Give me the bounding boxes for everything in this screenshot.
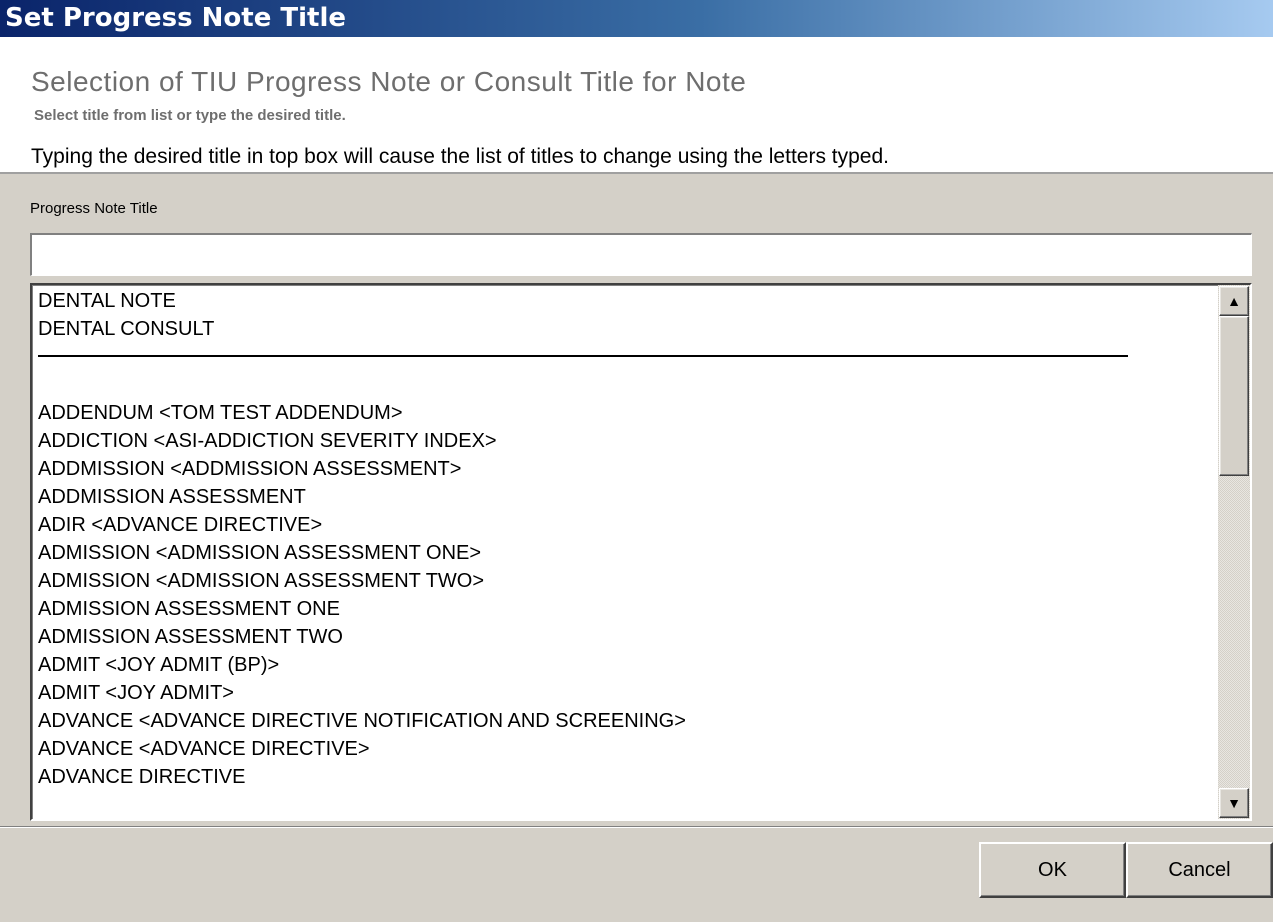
list-item[interactable]: ADDMISSION ASSESSMENT	[38, 483, 1218, 511]
list-item[interactable]: ADVANCE <ADVANCE DIRECTIVE NOTIFICATION …	[38, 707, 1218, 735]
arrow-up-icon: ▲	[1227, 293, 1241, 309]
scroll-down-button[interactable]: ▼	[1219, 788, 1249, 818]
list-item[interactable]: ADMISSION <ADMISSION ASSESSMENT ONE>	[38, 539, 1218, 567]
button-area-divider	[0, 826, 1273, 828]
list-item[interactable]: ADVANCE <ADVANCE DIRECTIVE>	[38, 735, 1218, 763]
progress-note-title-label: Progress Note Title	[30, 200, 158, 217]
list-item-dental-note[interactable]: DENTAL NOTE	[38, 287, 1218, 315]
header-subtitle: Select title from list or type the desir…	[34, 107, 346, 124]
list-item[interactable]: ADMISSION <ADMISSION ASSESSMENT TWO>	[38, 567, 1218, 595]
title-bar[interactable]: Set Progress Note Title	[0, 0, 1273, 37]
list-item[interactable]: ADMIT <JOY ADMIT (BP)>	[38, 651, 1218, 679]
list-blank-row	[38, 371, 1218, 399]
list-item[interactable]: ADMISSION ASSESSMENT TWO	[38, 623, 1218, 651]
scroll-up-button[interactable]: ▲	[1219, 286, 1249, 316]
ok-button[interactable]: OK	[979, 842, 1126, 898]
list-item[interactable]: ADDENDUM <TOM TEST ADDENDUM>	[38, 399, 1218, 427]
title-listbox[interactable]: DENTAL NOTE DENTAL CONSULT ADDENDUM <TOM…	[30, 283, 1252, 821]
list-separator	[38, 343, 1218, 371]
list-item-dental-consult[interactable]: DENTAL CONSULT	[38, 315, 1218, 343]
list-item[interactable]: ADMISSION ASSESSMENT ONE	[38, 595, 1218, 623]
title-list: DENTAL NOTE DENTAL CONSULT ADDENDUM <TOM…	[38, 287, 1218, 791]
list-item[interactable]: ADDICTION <ASI-ADDICTION SEVERITY INDEX>	[38, 427, 1218, 455]
header-instruction: Typing the desired title in top box will…	[31, 145, 889, 168]
arrow-down-icon: ▼	[1227, 795, 1241, 811]
list-item[interactable]: ADIR <ADVANCE DIRECTIVE>	[38, 511, 1218, 539]
scrollbar-thumb[interactable]	[1219, 316, 1249, 476]
list-item[interactable]: ADDMISSION <ADDMISSION ASSESSMENT>	[38, 455, 1218, 483]
list-item[interactable]: ADMIT <JOY ADMIT>	[38, 679, 1218, 707]
cancel-button[interactable]: Cancel	[1126, 842, 1273, 898]
list-item[interactable]: ADVANCE DIRECTIVE	[38, 763, 1218, 791]
dialog-window: Set Progress Note Title Selection of TIU…	[0, 0, 1273, 922]
dialog-header: Selection of TIU Progress Note or Consul…	[0, 37, 1273, 174]
progress-note-title-input[interactable]	[30, 233, 1252, 276]
vertical-scrollbar[interactable]: ▲ ▼	[1218, 285, 1250, 819]
header-title: Selection of TIU Progress Note or Consul…	[31, 66, 747, 97]
